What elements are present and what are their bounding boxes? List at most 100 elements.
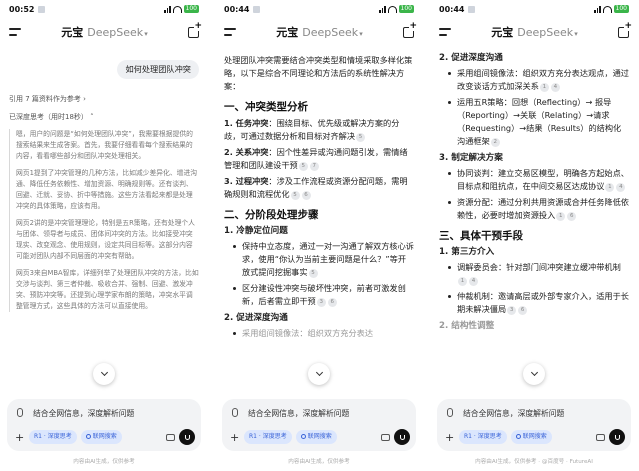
deep-think-toggle[interactable]: R1 · 深度思考	[459, 430, 507, 444]
list-item: 保持中立态度，通过一对一沟通了解双方核心诉求，使用“你认为当前主要问题是什么？”…	[224, 240, 414, 279]
item-text: 保持中立态度，通过一对一沟通了解双方核心诉求，使用“你认为当前主要问题是什么？”…	[242, 241, 414, 277]
answer-intro: 处理团队冲突需要结合冲突类型和情境采取多样化策略，以下是综合不同理论和方法后的系…	[224, 55, 413, 91]
scroll-down-button[interactable]	[308, 363, 330, 385]
item-text: 运用五R策略：回想（Reflecting）→ 报导（Reporting）→关联（…	[457, 97, 622, 146]
chat-content: 如何处理团队冲突 引用 7 篇资料作为参考 › 已深度思考（用时18秒） ˄ 嗯…	[1, 48, 207, 393]
screen-1: 00:52 100 元宝DeepSeek▾ 如何处理团队冲突 引用 7 篇资料作…	[1, 0, 207, 471]
model-name: DeepSeek	[87, 26, 144, 39]
citation-badge[interactable]: 3	[316, 298, 326, 307]
model-selector[interactable]: 元宝 DeepSeek▾	[21, 24, 188, 40]
notification-icon	[253, 5, 261, 13]
user-message: 如何处理团队冲突	[117, 60, 199, 79]
voice-call-button[interactable]	[609, 429, 625, 445]
citation-badge[interactable]: 4	[550, 83, 560, 92]
section-heading: 三、具体干预手段	[439, 230, 523, 242]
plus-icon[interactable]: +	[15, 431, 25, 444]
brand-name: 元宝	[491, 26, 514, 39]
new-chat-icon[interactable]	[403, 21, 417, 38]
plus-icon[interactable]: +	[445, 431, 455, 444]
globe-icon	[300, 434, 306, 439]
deep-think-toggle[interactable]: R1 · 深度思考	[29, 430, 77, 444]
deep-think-toggle[interactable]: R1 · 深度思考	[244, 430, 292, 444]
mic-icon[interactable]	[232, 408, 238, 417]
list-item: 采用组间镜像法：组织双方充分表达观点，通过改变谈话方式加深关系 1 4	[439, 67, 629, 93]
message-input[interactable]: 结合全网信息，深度解析问题	[463, 408, 564, 419]
chevron-down-icon: ▾	[359, 30, 363, 38]
citation-badge[interactable]: 4	[469, 277, 478, 286]
citation-badge[interactable]: 6	[567, 212, 577, 221]
thinking-toggle[interactable]: 已深度思考（用时18秒） ˄	[9, 111, 199, 123]
citation-badge[interactable]: 7	[309, 162, 319, 171]
mic-icon[interactable]	[17, 408, 23, 417]
web-search-toggle[interactable]: 联网搜索	[80, 430, 122, 444]
web-search-toggle[interactable]: 联网搜索	[510, 430, 552, 444]
list-item: 调解委员会：针对部门间冲突建立缓冲带机制 1 4	[439, 261, 629, 287]
screen-2: 00:44 100 元宝DeepSeek▾ 处理团队冲突需要结合冲突类型和情境采…	[216, 0, 422, 471]
think-paragraph: 网页1提到了冲突管理的几种方法，比如减少差异化、增进沟通、降低任务依赖性、增加资…	[16, 169, 198, 210]
voice-call-button[interactable]	[394, 429, 410, 445]
thinking-label: 已深度思考（用时18秒）	[9, 113, 88, 121]
battery-icon: 100	[183, 5, 199, 13]
step-heading: 2. 促进深度沟通	[224, 313, 288, 323]
plus-icon[interactable]: +	[230, 431, 240, 444]
mic-icon[interactable]	[447, 408, 453, 417]
references-toggle[interactable]: 引用 7 篇资料作为参考 ›	[9, 93, 199, 105]
item-text: 资源分配：通过分利共用资源或合并任务降低依赖性，必要时增加资源投入	[457, 197, 629, 220]
citation-badge[interactable]: 2	[490, 138, 500, 147]
ai-disclaimer: 内容由AI生成，仅供参考 · @百度号 · FutureAI	[475, 459, 593, 465]
camera-icon[interactable]	[381, 433, 390, 441]
list-item: 协同谈判：建立交易区模型，明确各方起始点、目标点和阻抗点，在中间交易区达成协议 1…	[439, 167, 629, 193]
step-heading: 2. 结构性调整	[439, 321, 495, 331]
model-selector[interactable]: 元宝 DeepSeek▾	[236, 24, 403, 40]
citation-badge[interactable]: 1	[539, 83, 549, 92]
chevron-down-icon: ▾	[574, 30, 578, 38]
chevron-down-icon	[100, 368, 108, 377]
scroll-down-button[interactable]	[93, 363, 115, 385]
citation-badge[interactable]: 4	[616, 183, 626, 192]
signal-icon	[379, 5, 386, 13]
citation-badge[interactable]: 3	[507, 306, 517, 315]
status-time: 00:52	[9, 4, 35, 14]
citation-badge[interactable]: 1	[605, 183, 615, 192]
citation-badge[interactable]: 5	[290, 191, 300, 200]
message-input[interactable]: 结合全网信息，深度解析问题	[33, 408, 134, 419]
status-bar: 00:44 100	[431, 0, 637, 18]
menu-icon[interactable]	[224, 28, 236, 36]
chevron-down-icon: ▾	[144, 30, 148, 38]
camera-icon[interactable]	[166, 433, 175, 441]
step-heading: 3. 制定解决方案	[439, 153, 503, 163]
phone-icon	[399, 434, 405, 440]
status-bar: 00:44 100	[216, 0, 422, 18]
message-input[interactable]: 结合全网信息，深度解析问题	[248, 408, 349, 419]
model-selector[interactable]: 元宝 DeepSeek▾	[451, 24, 618, 40]
brand-name: 元宝	[61, 26, 84, 39]
composer: 结合全网信息，深度解析问题 + R1 · 深度思考 联网搜索	[7, 399, 201, 451]
citation-badge[interactable]: 5	[308, 269, 318, 278]
voice-call-button[interactable]	[179, 429, 195, 445]
think-paragraph: 嗯，用户的问题是“如何处理团队冲突”，我需要根据提供的搜索结果来生成答案。首先，…	[16, 130, 193, 160]
status-time: 00:44	[439, 4, 465, 14]
item-text: 协同谈判：建立交易区模型，明确各方起始点、目标点和阻抗点，在中间交易区达成协议	[457, 168, 629, 191]
citation-badge[interactable]: 6	[518, 306, 528, 315]
new-chat-icon[interactable]	[188, 21, 202, 38]
citation-badge[interactable]: 5	[298, 162, 308, 171]
citation-badge[interactable]: 6	[301, 191, 311, 200]
menu-icon[interactable]	[439, 28, 451, 36]
item-text: 采用组间镜像法：组织双方充分表达	[242, 328, 374, 338]
step-heading: 1. 冷静定位问题	[224, 226, 288, 236]
web-search-toggle[interactable]: 联网搜索	[295, 430, 337, 444]
citation-badge[interactable]: 1	[458, 277, 467, 286]
new-chat-icon[interactable]	[618, 21, 632, 38]
list-item: 仲裁机制：邀请高层或外部专家介入，适用于长期未解决僵局 3 6	[439, 290, 629, 316]
camera-icon[interactable]	[596, 433, 605, 441]
citation-badge[interactable]: 6	[327, 298, 337, 307]
menu-icon[interactable]	[9, 28, 21, 36]
web-search-label: 联网搜索	[522, 433, 547, 440]
ai-disclaimer: 内容由AI生成，仅供参考	[288, 459, 350, 465]
list-item: 3. 过程冲突：涉及工作流程或资源分配问题，需明确规则和流程优化 5 6	[224, 175, 414, 201]
citation-badge[interactable]: 1	[556, 212, 566, 221]
wifi-icon	[602, 5, 612, 13]
scroll-down-button[interactable]	[523, 363, 545, 385]
citation-badge[interactable]: 5	[356, 133, 366, 142]
list-item: 区分建设性冲突与破坏性冲突，前者可激发创新，后者需立即干预 3 6	[224, 282, 414, 308]
